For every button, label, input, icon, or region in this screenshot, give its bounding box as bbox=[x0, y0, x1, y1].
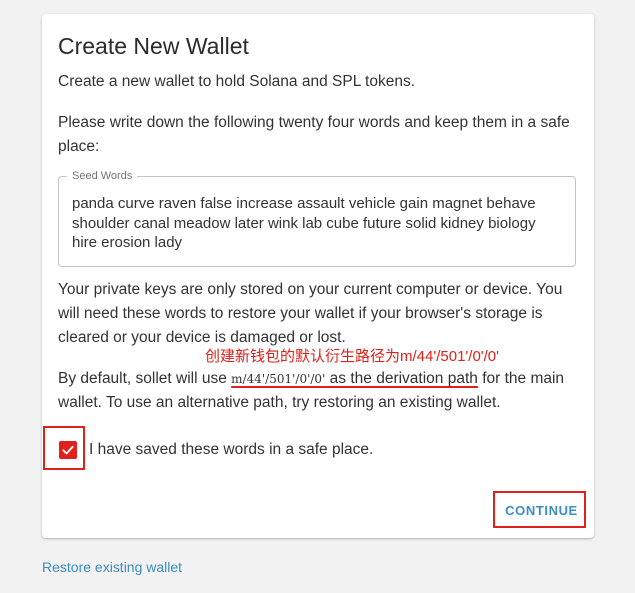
derivation-text: By default, sollet will use m/44'/501'/0… bbox=[58, 367, 578, 415]
continue-button[interactable]: CONTINUE bbox=[500, 496, 583, 524]
seed-words-value[interactable]: panda curve raven false increase assault… bbox=[72, 194, 552, 253]
derivation-path-annotation: 创建新钱包的默认衍生路径为m/44'/501'/0'/0' bbox=[205, 348, 500, 365]
checkmark-icon bbox=[62, 445, 74, 455]
derivation-prefix: By default, sollet will use bbox=[58, 370, 232, 387]
derivation-path: m/44'/501'/0'/0' bbox=[231, 372, 326, 386]
seed-words-field[interactable]: Seed Words panda curve raven false incre… bbox=[58, 169, 576, 267]
restore-existing-wallet-link[interactable]: Restore existing wallet bbox=[42, 559, 182, 575]
saved-words-checkbox[interactable] bbox=[59, 441, 77, 459]
create-wallet-card: Create New Wallet Create a new wallet to… bbox=[42, 14, 594, 538]
derivation-highlight: m/44'/501'/0'/0' as the derivation path bbox=[231, 370, 478, 387]
page-title: Create New Wallet bbox=[58, 33, 249, 59]
seed-words-label: Seed Words bbox=[67, 169, 138, 183]
instruction-text: Please write down the following twenty f… bbox=[58, 114, 570, 155]
saved-words-label[interactable]: I have saved these words in a safe place… bbox=[89, 438, 373, 462]
intro-text: Create a new wallet to hold Solana and S… bbox=[58, 73, 416, 90]
derivation-middle: as the derivation path bbox=[325, 370, 478, 387]
warning-text: Your private keys are only stored on you… bbox=[58, 281, 563, 346]
